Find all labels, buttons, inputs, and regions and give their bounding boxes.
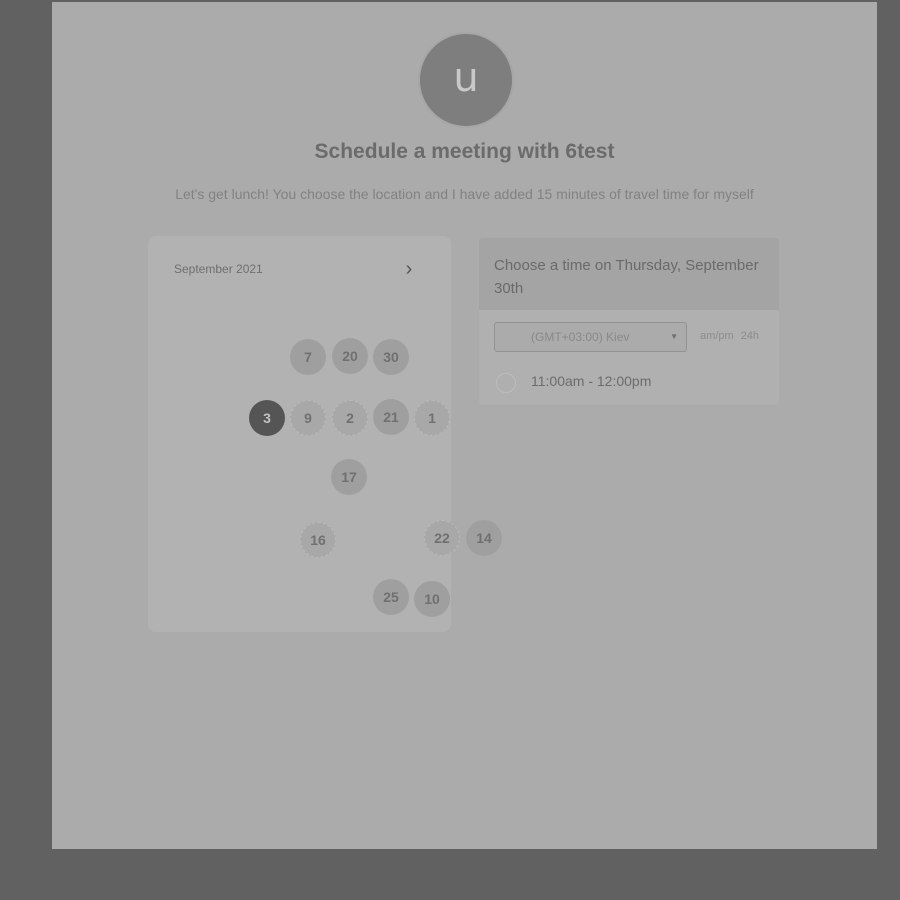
calendar-day-9[interactable]: 9 bbox=[290, 400, 326, 436]
calendar-day-30[interactable]: 30 bbox=[373, 339, 409, 375]
avatar-letter: u bbox=[453, 55, 479, 101]
calendar-day-20[interactable]: 20 bbox=[332, 338, 368, 374]
calendar-day-21[interactable]: 21 bbox=[373, 399, 409, 435]
calendar-day-selected[interactable]: 3 bbox=[249, 400, 285, 436]
calendar-day-1[interactable]: 1 bbox=[414, 400, 450, 436]
calendar-day-17[interactable]: 17 bbox=[331, 459, 367, 495]
caret-down-icon: ▼ bbox=[670, 332, 678, 341]
time-slot-label: 11:00am - 12:00pm bbox=[531, 373, 652, 389]
time-picker-panel: Choose a time on Thursday, September 30t… bbox=[479, 238, 779, 405]
format-24h-option[interactable]: 24h bbox=[741, 330, 759, 342]
calendar-day-22[interactable]: 22 bbox=[424, 520, 460, 556]
calendar-day-16[interactable]: 16 bbox=[300, 522, 336, 558]
radio-circle-icon[interactable] bbox=[496, 373, 516, 393]
calendar-day-14[interactable]: 14 bbox=[466, 520, 502, 556]
timezone-select[interactable]: (GMT+03:00) Kiev ▼ bbox=[494, 322, 687, 352]
calendar-day-7[interactable]: 7 bbox=[290, 339, 326, 375]
event-description: Let's get lunch! You choose the location… bbox=[175, 186, 754, 202]
page-title: Schedule a meeting with 6test bbox=[314, 140, 615, 163]
month-label: September 2021 bbox=[174, 262, 263, 276]
timezone-value: (GMT+03:00) Kiev bbox=[531, 330, 630, 344]
time-slot[interactable]: 11:00am - 12:00pm bbox=[496, 371, 756, 395]
calendar-day-10[interactable]: 10 bbox=[414, 581, 450, 617]
time-picker-header: Choose a time on Thursday, September 30t… bbox=[479, 238, 779, 310]
calendar-panel: September 2021 › 7 20 30 3 9 2 21 1 17 1… bbox=[148, 236, 502, 632]
time-format-toggle: am/pm 24h bbox=[700, 330, 759, 342]
time-picker-heading: Choose a time on Thursday, September 30t… bbox=[494, 257, 759, 297]
host-avatar: u bbox=[418, 32, 514, 128]
format-ampm-option[interactable]: am/pm bbox=[700, 330, 734, 342]
chevron-right-icon[interactable]: › bbox=[398, 258, 420, 280]
calendar-day-25[interactable]: 25 bbox=[373, 579, 409, 615]
calendar-day-2[interactable]: 2 bbox=[332, 400, 368, 436]
booking-page: u Schedule a meeting with 6test Let's ge… bbox=[52, 2, 877, 849]
